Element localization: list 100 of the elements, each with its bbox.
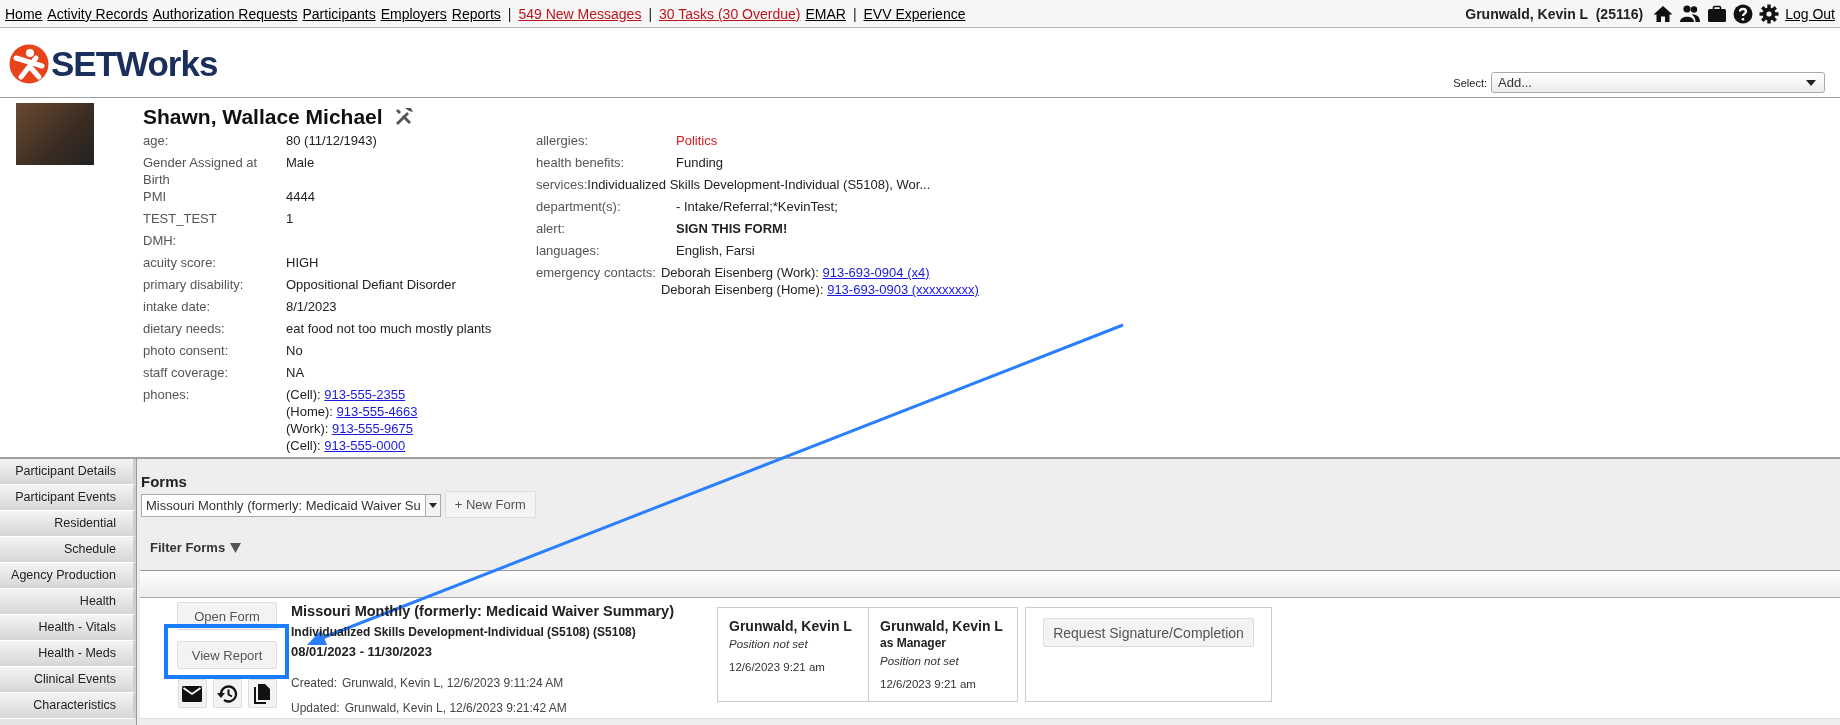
caret-icon: [230, 542, 242, 553]
sidebar-item[interactable]: Participant Events: [0, 485, 136, 511]
section-title: Forms: [141, 473, 188, 491]
signer-role: as Manager: [880, 635, 948, 651]
field-label: department(s):: [536, 198, 622, 216]
filter-forms-toggle[interactable]: Filter Forms: [150, 540, 226, 555]
contact-type: Deborah Eisenberg (Home):: [660, 282, 824, 297]
field-value: Funding: [676, 154, 723, 172]
copy-button[interactable]: [247, 679, 277, 708]
contact-type: (Home):: [286, 404, 333, 419]
field-value: Individualized Skills Development-Individual (S5108), Wor...: [587, 176, 931, 194]
field-value: 1: [286, 210, 294, 228]
field-value: eat food not too much mostly plants: [286, 320, 492, 338]
brand-logo-text: SETWorks: [51, 44, 218, 84]
sidebar-item[interactable]: Agency Production: [0, 563, 136, 589]
field-value: 80 (11/12/1943): [286, 132, 377, 150]
field-value: Male: [286, 154, 315, 172]
field-label: staff coverage:: [143, 364, 230, 382]
caret-icon: [1806, 79, 1816, 86]
sidebar-item[interactable]: Characteristics: [0, 693, 136, 719]
field-label: languages:: [536, 242, 601, 260]
field-label: health benefits:: [536, 154, 626, 172]
phone-link[interactable]: 913-555-2355: [324, 387, 406, 402]
field-value: SIGN THIS FORM!: [676, 220, 788, 238]
history-button[interactable]: [212, 679, 242, 708]
phone-link[interactable]: 913-693-0904 (x4): [822, 265, 930, 280]
updated-value: Grunwald, Kevin L, 12/6/2023 9:21:42 AM: [344, 701, 567, 715]
sidebar-item[interactable]: Participant Details: [0, 459, 136, 485]
sidebar-item[interactable]: Residential: [0, 511, 136, 537]
created-label: Created:: [291, 676, 338, 690]
phone-link[interactable]: 913-555-9675: [332, 421, 413, 436]
date-range: 08/01/2023 - 11/30/2023: [291, 643, 433, 661]
field-label: PMI: [143, 188, 168, 206]
history-icon: [216, 683, 238, 704]
field-label: age:: [143, 132, 170, 150]
signer-position: Position not set: [729, 637, 809, 652]
briefcase-icon: [1707, 4, 1728, 23]
contact-type: (Work):: [286, 421, 329, 436]
updated-label: Updated:: [291, 701, 340, 715]
field-label: allergies:: [536, 132, 590, 150]
field-label: TEST_TEST: [143, 210, 218, 228]
envelope-icon: [182, 685, 202, 702]
contact-type: (Cell):: [286, 438, 321, 453]
field-label: primary disability:: [143, 276, 245, 294]
contact-type: Deborah Eisenberg (Work):: [660, 265, 819, 280]
nav-link[interactable]: Authorization Requests: [152, 5, 298, 22]
phone-link[interactable]: 913-555-0000: [324, 438, 406, 453]
nav-separator: |: [851, 5, 858, 22]
signer-position: Position not set: [880, 654, 960, 669]
nav-link[interactable]: Reports: [451, 5, 501, 22]
email-button[interactable]: [177, 679, 207, 708]
field-value: English, Farsi: [676, 242, 755, 260]
created-value: Grunwald, Kevin L, 12/6/2023 9:11:24 AM: [342, 676, 564, 690]
form-type-dropdown[interactable]: Missouri Monthly (formerly: Medicaid Waiver Su: [141, 494, 441, 517]
signer-name: Grunwald, Kevin L: [729, 618, 853, 634]
sidebar-item[interactable]: Health: [0, 589, 136, 615]
copy-icon: [253, 682, 271, 705]
sidebar-item[interactable]: Clinical Events: [0, 667, 136, 693]
logo-person-icon: [9, 44, 49, 84]
nav-link[interactable]: Home: [5, 5, 43, 22]
nav-link[interactable]: EVV Experience: [863, 5, 966, 22]
field-value: No: [286, 342, 303, 360]
field-label: alert:: [536, 220, 566, 238]
field-label: phones:: [143, 386, 191, 404]
phone-link[interactable]: 913-555-4663: [336, 404, 418, 419]
field-value: NA: [286, 364, 305, 382]
nav-alert-link[interactable]: 549 New Messages: [518, 5, 642, 22]
sidebar-item[interactable]: Schedule: [0, 537, 136, 563]
field-label: intake date:: [143, 298, 212, 316]
contact-type: (Cell):: [286, 387, 321, 402]
user-name: Grunwald, Kevin L (25116): [1465, 5, 1644, 22]
field-value: 8/1/2023: [286, 298, 337, 316]
nav-link[interactable]: EMAR: [805, 5, 846, 22]
add-dropdown[interactable]: Add...: [1491, 72, 1825, 93]
nav-link[interactable]: Employers: [380, 5, 447, 22]
sidebar-item[interactable]: Health - Meds: [0, 641, 136, 667]
field-label: acuity score:: [143, 254, 217, 272]
field-label: photo consent:: [143, 342, 230, 360]
field-label: services:: [536, 176, 588, 194]
signature-time: 12/6/2023 9:21 am: [880, 677, 977, 692]
phone-link[interactable]: 913-693-0903 (xxxxxxxxx): [827, 282, 979, 297]
people-icon: [1679, 3, 1702, 24]
field-label: DMH:: [143, 232, 178, 250]
signer-name: Grunwald, Kevin L: [880, 618, 1004, 634]
request-signature-button[interactable]: Request Signature/Completion: [1043, 618, 1254, 647]
home-icon: [1653, 3, 1674, 24]
sidebar-item[interactable]: Health - Vitals: [0, 615, 136, 641]
nav-link[interactable]: Participants: [302, 5, 376, 22]
nav-link[interactable]: Activity Records: [47, 5, 148, 22]
field-value: HIGH: [286, 254, 319, 272]
participant-name: Shawn, Wallace Michael: [143, 105, 383, 129]
field-value: - Intake/Referral;*KevinTest;: [676, 198, 838, 216]
view-report-button[interactable]: View Report: [177, 641, 277, 669]
field-label: dietary needs:: [143, 320, 226, 338]
nav-separator: |: [647, 5, 654, 22]
caret-icon: [428, 503, 437, 508]
nav-alert-link[interactable]: 30 Tasks (30 Overdue): [659, 5, 801, 22]
logout-link[interactable]: Log Out: [1785, 5, 1835, 22]
new-form-button[interactable]: + New Form: [444, 491, 536, 518]
field-value: 4444: [286, 188, 315, 206]
